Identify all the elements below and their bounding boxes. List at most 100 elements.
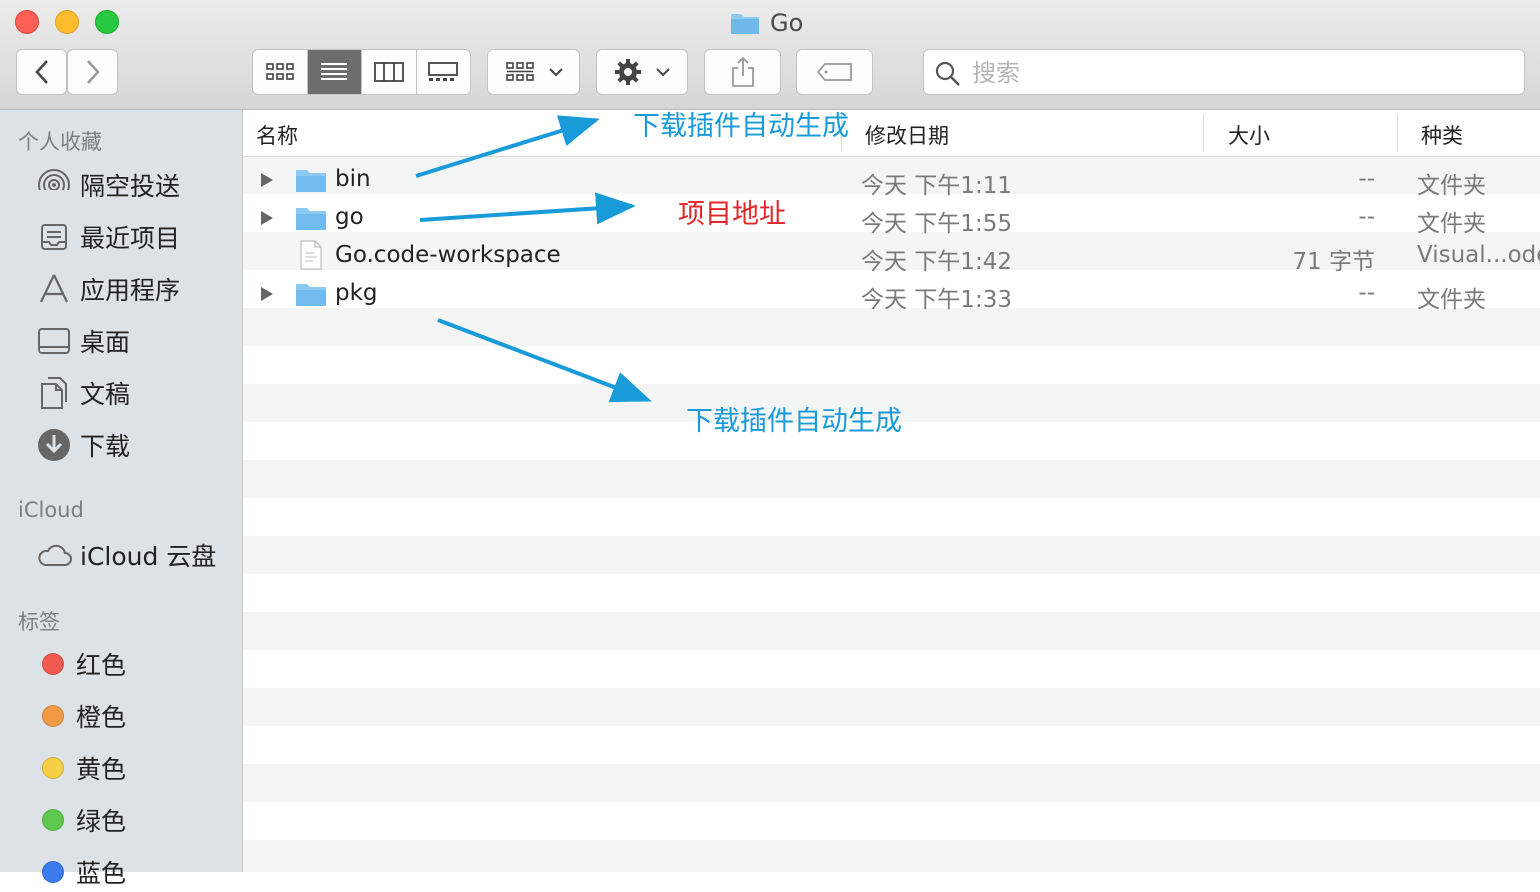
file-kind: Visual...ode (1417, 242, 1540, 268)
disclosure-triangle-icon[interactable] (259, 286, 275, 302)
sidebar-item-label: 隔空投送 (80, 172, 181, 201)
tag-icon (816, 63, 852, 81)
column-modified-header[interactable]: 修改日期 (865, 120, 949, 150)
file-list: 名称 修改日期 大小 种类 bin 今天 下午1:11 -- 文件夹 go 今天… (243, 110, 1540, 872)
back-button[interactable] (16, 49, 67, 95)
edit-tags-button[interactable] (796, 49, 873, 95)
sidebar-tag-yellow[interactable]: 黄色 (36, 748, 126, 788)
sidebar-item-airdrop[interactable]: 隔空投送 (36, 165, 180, 205)
sidebar-item-label: 最近项目 (80, 224, 181, 253)
file-kind: 文件夹 (1417, 287, 1486, 313)
chevron-down-icon (548, 68, 563, 77)
sidebar-item-label: 桌面 (80, 328, 131, 357)
sidebar-item-applications[interactable]: 应用程序 (36, 269, 180, 309)
window-title-text: Go (770, 9, 804, 37)
column-divider[interactable] (1203, 114, 1204, 152)
file-date: 今天 下午1:55 (861, 211, 1012, 237)
tag-dot-icon (42, 757, 64, 779)
column-name-header[interactable]: 名称 (256, 120, 298, 150)
sidebar-item-label: 下载 (80, 432, 131, 461)
tag-dot-icon (42, 809, 64, 831)
desktop-icon (36, 323, 72, 359)
file-kind: 文件夹 (1417, 173, 1486, 199)
search-icon (935, 61, 960, 86)
file-size: -- (1358, 204, 1375, 230)
table-row[interactable]: pkg 今天 下午1:33 -- 文件夹 (243, 275, 1540, 313)
gallery-view-button[interactable] (417, 50, 471, 94)
favorites-header: 个人收藏 (18, 130, 102, 154)
icon-view-button[interactable] (253, 50, 308, 94)
columns-icon (373, 62, 404, 82)
share-icon (731, 56, 754, 87)
column-kind-header[interactable]: 种类 (1421, 120, 1463, 150)
column-header: 名称 修改日期 大小 种类 (243, 110, 1540, 157)
annotation-top-note: 下载插件自动生成 (633, 111, 849, 142)
sidebar-item-label: iCloud 云盘 (80, 542, 217, 571)
minimize-button[interactable] (55, 10, 79, 34)
file-size: -- (1358, 280, 1375, 306)
file-name: Go.code-workspace (335, 242, 561, 268)
forward-button[interactable] (67, 49, 118, 95)
file-name: go (335, 204, 364, 230)
column-size-header[interactable]: 大小 (1228, 120, 1270, 150)
sidebar-item-icloud-drive[interactable]: iCloud 云盘 (36, 535, 216, 575)
sidebar-item-desktop[interactable]: 桌面 (36, 321, 130, 361)
action-button[interactable] (596, 49, 688, 95)
sidebar-item-label: 橙色 (76, 703, 127, 732)
sidebar-tag-green[interactable]: 绿色 (36, 800, 126, 840)
sidebar-item-recents[interactable]: 最近项目 (36, 217, 180, 257)
folder-icon (296, 170, 326, 192)
folder-icon (296, 208, 326, 230)
row-stripe (243, 764, 1540, 802)
disclosure-triangle-icon[interactable] (259, 172, 275, 188)
search-field[interactable] (923, 49, 1525, 95)
file-date: 今天 下午1:42 (861, 249, 1012, 275)
file-date: 今天 下午1:33 (861, 287, 1012, 313)
row-stripe (243, 612, 1540, 650)
annotation-project-note: 项目地址 (678, 199, 786, 230)
folder-icon (296, 284, 326, 306)
share-button[interactable] (704, 49, 781, 95)
sidebar-tag-blue[interactable]: 蓝色 (36, 852, 126, 892)
tags-header: 标签 (18, 610, 60, 634)
table-row[interactable]: go 今天 下午1:55 -- 文件夹 (243, 199, 1540, 237)
table-row[interactable]: Go.code-workspace 今天 下午1:42 71 字节 Visual… (243, 237, 1540, 275)
column-divider[interactable] (1397, 114, 1398, 152)
sidebar-item-label: 红色 (76, 651, 127, 680)
sidebar-item-documents[interactable]: 文稿 (36, 373, 130, 413)
list-view-button[interactable] (307, 50, 362, 94)
file-name: pkg (335, 280, 378, 306)
title-bar: Go (0, 0, 1540, 110)
cloud-icon (36, 537, 72, 573)
sidebar-item-label: 黄色 (76, 755, 127, 784)
sidebar-item-downloads[interactable]: 下载 (36, 425, 130, 465)
chevron-right-icon (86, 60, 100, 84)
zoom-button[interactable] (95, 10, 119, 34)
tag-dot-icon (42, 861, 64, 883)
tag-dot-icon (42, 653, 64, 675)
sidebar-item-label: 绿色 (76, 807, 127, 836)
file-size: 71 字节 (1292, 249, 1375, 275)
sidebar-tag-red[interactable]: 红色 (36, 644, 126, 684)
annotation-bottom-note: 下载插件自动生成 (686, 406, 902, 437)
row-stripe (243, 840, 1540, 872)
sidebar-item-label: 蓝色 (76, 859, 127, 888)
column-view-button[interactable] (362, 50, 417, 94)
sidebar-item-label: 文稿 (80, 380, 131, 409)
file-size: -- (1358, 166, 1375, 192)
table-row[interactable]: bin 今天 下午1:11 -- 文件夹 (243, 161, 1540, 199)
window-title: Go (730, 8, 803, 38)
close-button[interactable] (15, 10, 39, 34)
sidebar-tag-orange[interactable]: 橙色 (36, 696, 126, 736)
disclosure-triangle-icon[interactable] (259, 210, 275, 226)
group-by-button[interactable] (487, 49, 580, 95)
search-input[interactable] (970, 56, 1514, 90)
list-lines-icon (321, 63, 348, 80)
view-mode-selector (252, 49, 471, 95)
icon-grid-icon (265, 63, 294, 80)
file-date: 今天 下午1:11 (861, 173, 1012, 199)
group-grid-icon (505, 62, 534, 81)
file-name: bin (335, 166, 371, 192)
row-stripe (243, 688, 1540, 726)
sidebar: 个人收藏 隔空投送 最近项目 应用程序 桌面 文稿 下载 iCloud iClo… (0, 110, 243, 888)
